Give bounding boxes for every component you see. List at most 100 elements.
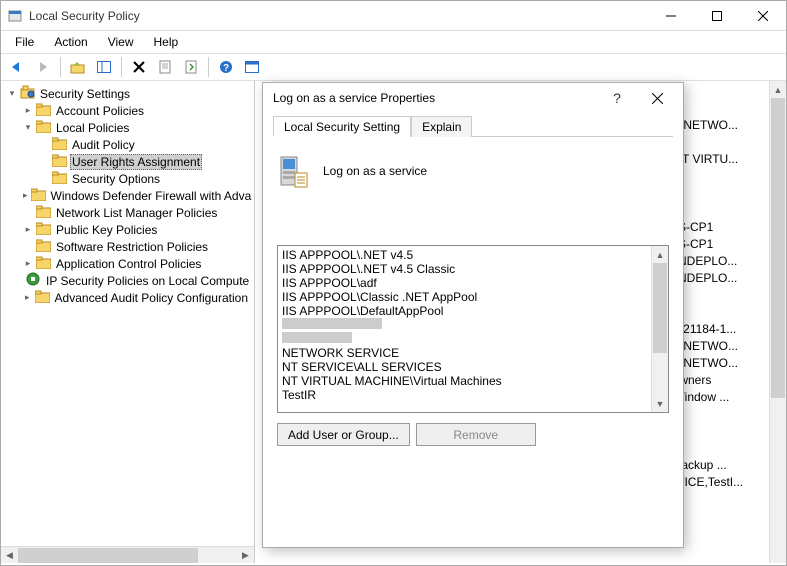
folder-open-icon (36, 120, 51, 136)
tree-account-policies[interactable]: ▸ Account Policies (21, 102, 252, 119)
expand-icon[interactable]: ▸ (23, 106, 33, 116)
back-button[interactable] (5, 56, 29, 78)
folder-icon (52, 154, 67, 170)
tree-audit-policy[interactable]: Audit Policy (37, 136, 252, 153)
scroll-right-icon[interactable]: ▶ (237, 547, 254, 564)
scroll-up-icon[interactable]: ▲ (652, 246, 668, 263)
scroll-down-icon[interactable]: ▼ (652, 395, 668, 412)
menu-help[interactable]: Help (146, 33, 187, 51)
tree-wdf[interactable]: ▸ Windows Defender Firewall with Adva (21, 187, 252, 204)
members-listbox[interactable]: IIS APPPOOL\.NET v4.5IIS APPPOOL\.NET v4… (277, 245, 669, 413)
listbox-item[interactable] (282, 318, 647, 332)
policy-name: Log on as a service (323, 164, 427, 178)
tree-pkp[interactable]: ▸ Public Key Policies (21, 221, 252, 238)
listbox-item[interactable]: IIS APPPOOL\DefaultAppPool (282, 304, 647, 318)
expand-icon[interactable]: ▸ (23, 259, 33, 269)
folder-icon (36, 205, 51, 221)
collapse-icon[interactable]: ▾ (7, 89, 17, 99)
listbox-item[interactable]: NT VIRTUAL MACHINE\Virtual Machines (282, 374, 647, 388)
export-list-button[interactable] (179, 56, 203, 78)
tree-panel: ▾ Security Settings ▸ Account Policies (1, 81, 255, 563)
dialog-help-button[interactable]: ? (597, 84, 637, 112)
listbox-item[interactable]: IIS APPPOOL\adf (282, 276, 647, 290)
svg-text:?: ? (223, 63, 229, 74)
dialog-title: Log on as a service Properties (273, 91, 597, 105)
tree-security-options[interactable]: Security Options (37, 170, 252, 187)
listbox-item[interactable]: IIS APPPOOL\.NET v4.5 (282, 248, 647, 262)
help-button[interactable]: ? (214, 56, 238, 78)
refresh-button[interactable] (240, 56, 264, 78)
dialog-tabs: Local Security Setting Explain (273, 115, 673, 137)
expand-icon[interactable]: ▸ (23, 225, 33, 235)
show-hide-tree-button[interactable] (92, 56, 116, 78)
menu-view[interactable]: View (100, 33, 142, 51)
listbox-item[interactable]: NETWORK SERVICE (282, 346, 647, 360)
listbox-item[interactable]: NT SERVICE\ALL SERVICES (282, 360, 647, 374)
scrollbar-thumb[interactable] (18, 548, 198, 563)
scrollbar-thumb[interactable] (771, 98, 785, 398)
tree-label: Account Policies (54, 104, 146, 118)
folder-icon (35, 290, 50, 306)
delete-button[interactable] (127, 56, 151, 78)
listbox-item[interactable]: IIS APPPOOL\Classic .NET AppPool (282, 290, 647, 304)
folder-icon (36, 103, 51, 119)
folder-icon (52, 171, 67, 187)
tree[interactable]: ▾ Security Settings ▸ Account Policies (3, 85, 252, 306)
tree-root[interactable]: ▾ Security Settings (5, 85, 252, 102)
tree-acp[interactable]: ▸ Application Control Policies (21, 255, 252, 272)
policy-icon (277, 151, 309, 191)
dialog-title-bar: Log on as a service Properties ? (263, 83, 683, 113)
window-title: Local Security Policy (29, 9, 648, 23)
folder-icon (52, 137, 67, 153)
toolbar: ? (1, 53, 786, 81)
tree-label: Audit Policy (70, 138, 137, 152)
tree-label: Network List Manager Policies (54, 206, 219, 220)
close-button[interactable] (740, 1, 786, 31)
menu-action[interactable]: Action (46, 33, 95, 51)
folder-icon (31, 188, 46, 204)
menu-bar: File Action View Help (1, 31, 786, 53)
tree-ipsp[interactable]: IP Security Policies on Local Compute (21, 272, 252, 289)
tab-explain[interactable]: Explain (411, 116, 472, 137)
title-bar: Local Security Policy (1, 1, 786, 31)
scroll-left-icon[interactable]: ◀ (1, 547, 18, 564)
tree-user-rights[interactable]: User Rights Assignment (37, 153, 252, 170)
tree-srp[interactable]: Software Restriction Policies (21, 238, 252, 255)
tree-label: Windows Defender Firewall with Adva (49, 189, 254, 203)
tree-label: Local Policies (54, 121, 131, 135)
tree-aapc[interactable]: ▸ Advanced Audit Policy Configuration (21, 289, 252, 306)
properties-button[interactable] (153, 56, 177, 78)
folder-icon (36, 256, 51, 272)
tree-local-policies[interactable]: ▾ Local Policies (21, 119, 252, 136)
expand-icon[interactable]: ▸ (23, 191, 28, 201)
list-vertical-scrollbar[interactable]: ▲ ▼ (769, 81, 786, 563)
folder-icon (36, 222, 51, 238)
ipsec-icon (26, 272, 41, 289)
expand-icon[interactable]: ▸ (23, 293, 32, 303)
add-user-button[interactable]: Add User or Group... (277, 423, 410, 446)
tree-nlmp[interactable]: Network List Manager Policies (21, 204, 252, 221)
minimize-button[interactable] (648, 1, 694, 31)
tree-horizontal-scrollbar[interactable]: ◀ ▶ (1, 546, 254, 563)
collapse-icon[interactable]: ▾ (23, 123, 33, 133)
tree-label: Advanced Audit Policy Configuration (53, 291, 250, 305)
listbox-item[interactable]: TestIR (282, 388, 647, 402)
folder-icon (36, 239, 51, 255)
tree-root-label: Security Settings (38, 87, 132, 101)
listbox-item[interactable] (282, 332, 647, 346)
listbox-item[interactable]: IIS APPPOOL\.NET v4.5 Classic (282, 262, 647, 276)
app-icon (7, 8, 23, 24)
maximize-button[interactable] (694, 1, 740, 31)
tab-local-security-setting[interactable]: Local Security Setting (273, 116, 411, 137)
menu-file[interactable]: File (7, 33, 42, 51)
remove-button[interactable]: Remove (416, 423, 536, 446)
tree-label: Public Key Policies (54, 223, 159, 237)
forward-button[interactable] (31, 56, 55, 78)
up-button[interactable] (66, 56, 90, 78)
scrollbar-thumb[interactable] (653, 263, 667, 353)
listbox-scrollbar[interactable]: ▲ ▼ (651, 246, 668, 412)
properties-dialog: Log on as a service Properties ? Local S… (262, 82, 684, 548)
scroll-up-icon[interactable]: ▲ (770, 81, 786, 98)
dialog-close-button[interactable] (637, 84, 677, 112)
security-settings-icon (20, 85, 35, 102)
